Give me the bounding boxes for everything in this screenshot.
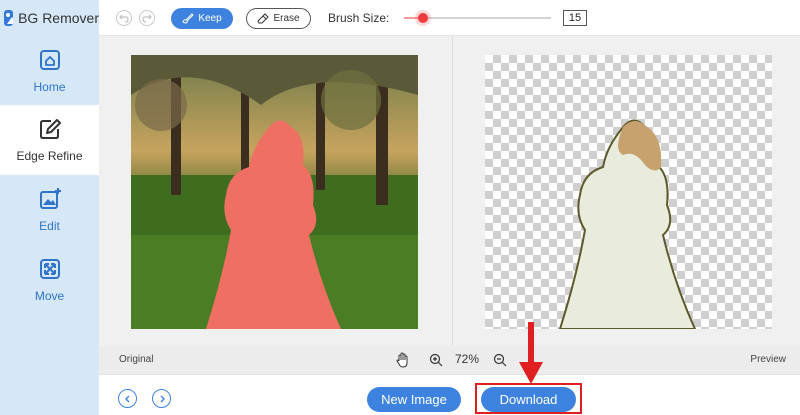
- erase-label: Erase: [273, 13, 300, 24]
- edit-pen-icon: [39, 119, 61, 139]
- zoom-level: 72%: [455, 352, 480, 366]
- original-label: Original: [119, 354, 154, 365]
- red-arrow-annotation: [519, 322, 543, 384]
- sidebar-item-edge-refine[interactable]: Edge Refine: [0, 105, 99, 175]
- redo-button[interactable]: [139, 10, 155, 26]
- download-button[interactable]: Download: [481, 387, 576, 412]
- keep-button[interactable]: Keep: [171, 8, 233, 29]
- zoom-out-icon[interactable]: [493, 353, 507, 367]
- redo-icon: [142, 14, 152, 23]
- canvas-area: [99, 36, 800, 346]
- chevron-right-icon: [160, 395, 165, 402]
- erase-button[interactable]: Erase: [246, 8, 311, 29]
- home-icon: [39, 50, 60, 70]
- brush-slider-handle[interactable]: [418, 13, 429, 23]
- app-title-bar: BG Remover: [0, 0, 99, 36]
- brush-size-label: Brush Size:: [328, 11, 390, 25]
- sidebar-item-move[interactable]: Move: [0, 245, 99, 315]
- zoom-in-icon[interactable]: [429, 353, 443, 367]
- sidebar-item-edit[interactable]: Edit: [0, 175, 99, 245]
- brush-size-value[interactable]: 15: [563, 10, 587, 26]
- app-logo-icon: [4, 10, 14, 26]
- original-image[interactable]: [131, 55, 418, 329]
- brush-size-slider[interactable]: [404, 13, 551, 23]
- sidebar-item-label: Move: [34, 289, 65, 303]
- sidebar-item-label: Edit: [39, 219, 60, 233]
- sidebar-item-label: Edge Refine: [16, 149, 83, 163]
- eraser-icon: [257, 13, 270, 24]
- preview-cutout: [558, 119, 697, 329]
- new-image-button[interactable]: New Image: [367, 387, 461, 412]
- original-photo: [131, 55, 418, 329]
- keep-label: Keep: [198, 13, 222, 24]
- next-button[interactable]: [152, 389, 171, 408]
- image-edit-icon: [39, 188, 61, 209]
- bottom-bar: New Image Download: [99, 374, 800, 415]
- app-title: BG Remover: [18, 10, 99, 26]
- undo-icon: [119, 14, 129, 23]
- canvas-divider: [452, 36, 453, 346]
- toolbar: Keep Erase Brush Size: 15: [99, 0, 800, 36]
- chevron-left-icon: [124, 395, 129, 402]
- preview-label: Preview: [750, 354, 786, 365]
- hand-pan-icon[interactable]: [396, 352, 410, 368]
- status-bar: Original 72% Preview: [99, 346, 800, 374]
- sidebar-item-label: Home: [33, 80, 66, 94]
- sidebar: BG Remover Home Edge Refine Edit Move: [0, 0, 99, 415]
- sidebar-item-home[interactable]: Home: [0, 36, 99, 106]
- keep-brush-icon: [182, 13, 195, 24]
- previous-button[interactable]: [118, 389, 137, 408]
- undo-button[interactable]: [116, 10, 132, 26]
- move-arrows-icon: [39, 259, 60, 279]
- preview-image[interactable]: [485, 55, 772, 329]
